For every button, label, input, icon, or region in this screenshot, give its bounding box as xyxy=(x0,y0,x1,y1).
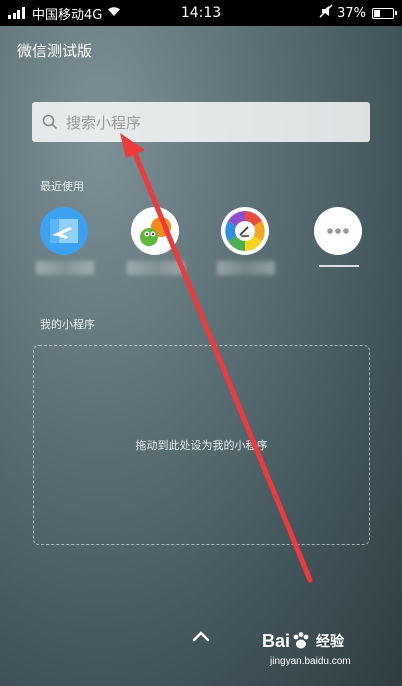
annotation-arrow xyxy=(120,133,313,583)
watermark-url: jingyan.baidu.com xyxy=(270,656,351,667)
watermark-brand-latin: Bai xyxy=(262,630,291,651)
watermark-brand: Bai 经验 xyxy=(262,630,351,652)
paw-icon xyxy=(293,632,309,649)
watermark-brand-cn: 经验 xyxy=(316,634,345,650)
baidu-jingyan-watermark: Bai 经验 jingyan.baidu.com xyxy=(262,630,351,668)
